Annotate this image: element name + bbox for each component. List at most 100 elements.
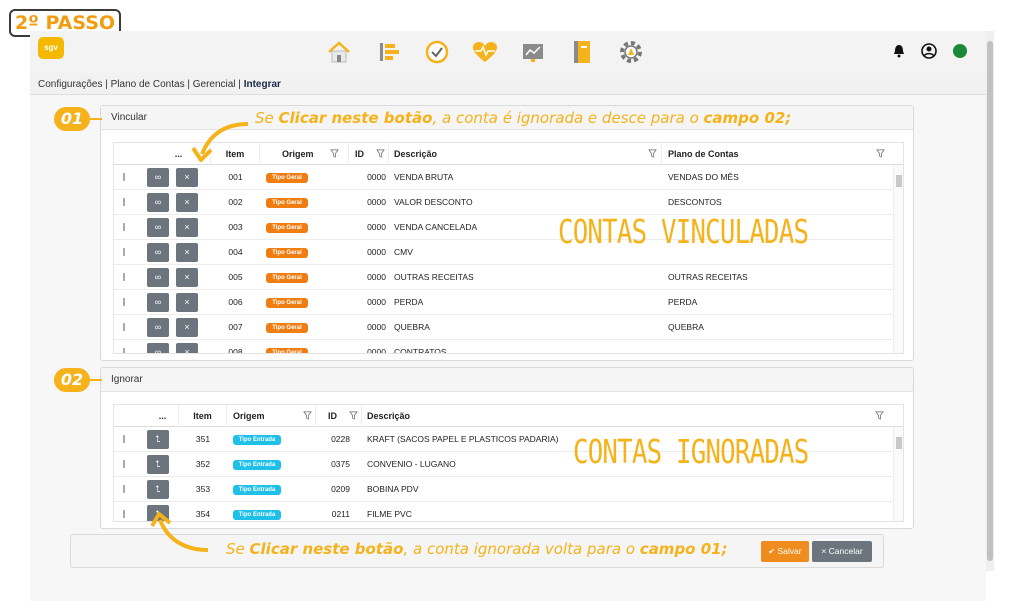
link-icon: ∞ bbox=[154, 197, 162, 207]
table-row[interactable]: ∞ × 005 Tipo Geral 0000 OUTRAS RECEITAS OUTRAS… bbox=[114, 265, 903, 290]
restore-button[interactable]: ⮤ bbox=[147, 430, 169, 449]
col-item[interactable]: Item bbox=[179, 405, 227, 427]
col-id-label: ID bbox=[355, 149, 364, 159]
restore-button[interactable]: ⮤ bbox=[147, 480, 169, 499]
vincular-scroll-thumb[interactable] bbox=[896, 175, 902, 187]
ignore-button[interactable]: × bbox=[176, 193, 198, 212]
link-button[interactable]: ∞ bbox=[147, 293, 169, 312]
cell-item: 353 bbox=[195, 484, 211, 494]
ignorar-scroll-thumb[interactable] bbox=[896, 437, 902, 449]
filter-icon[interactable] bbox=[876, 149, 885, 158]
col-origem[interactable]: Origem bbox=[227, 405, 316, 427]
drag-handle-icon[interactable] bbox=[123, 298, 125, 306]
link-button[interactable]: ∞ bbox=[147, 343, 169, 353]
list-icon[interactable] bbox=[376, 39, 402, 65]
breadcrumb-path[interactable]: Configurações | Plano de Contas | Gerenc… bbox=[38, 79, 244, 90]
col-descricao[interactable]: Descrição bbox=[362, 405, 894, 427]
cell-id: 0000 bbox=[367, 272, 386, 282]
cell-item: 352 bbox=[195, 459, 211, 469]
ignore-button[interactable]: × bbox=[176, 168, 198, 187]
page-scroll-thumb[interactable] bbox=[987, 41, 993, 561]
drag-handle-icon[interactable] bbox=[123, 460, 125, 468]
save-button[interactable]: ✔ Salvar bbox=[761, 541, 809, 562]
filter-icon[interactable] bbox=[875, 411, 884, 420]
filter-icon[interactable] bbox=[376, 149, 385, 158]
close-icon: × bbox=[184, 322, 190, 332]
link-button[interactable]: ∞ bbox=[147, 318, 169, 337]
col-origem[interactable]: Origem bbox=[260, 143, 349, 165]
filter-icon[interactable] bbox=[349, 411, 358, 420]
cancel-button[interactable]: × Cancelar bbox=[812, 541, 872, 562]
ignore-button[interactable]: × bbox=[176, 243, 198, 262]
heart-pulse-icon[interactable] bbox=[472, 39, 498, 65]
drag-handle-icon[interactable] bbox=[123, 273, 125, 281]
ignore-button[interactable]: × bbox=[176, 318, 198, 337]
drag-handle-icon[interactable] bbox=[123, 173, 125, 181]
drag-handle-icon[interactable] bbox=[123, 323, 125, 331]
cell-id: 0000 bbox=[367, 247, 386, 257]
cell-item: 004 bbox=[228, 247, 243, 257]
filter-icon[interactable] bbox=[648, 149, 657, 158]
cell-id: 0375 bbox=[331, 459, 350, 469]
step-number-01: 01 bbox=[54, 107, 90, 131]
app-logo[interactable]: sgv bbox=[38, 37, 64, 59]
col-id[interactable]: ID bbox=[349, 143, 389, 165]
origem-badge: Tipo Geral bbox=[266, 173, 308, 183]
annot-top-pre: Se bbox=[255, 109, 279, 127]
origem-badge: Tipo Entrada bbox=[233, 460, 281, 470]
link-icon: ∞ bbox=[154, 172, 162, 182]
drag-handle-icon[interactable] bbox=[123, 485, 125, 493]
table-row[interactable]: ⮤ 354 Tipo Entrada 0211 FILME PVC bbox=[114, 502, 903, 521]
annot-top-bold1: Clicar neste botão bbox=[278, 109, 433, 127]
drag-handle-icon[interactable] bbox=[123, 248, 125, 256]
step-number-02: 02 bbox=[54, 368, 90, 392]
link-button[interactable]: ∞ bbox=[147, 218, 169, 237]
arrow-to-restore-button-icon bbox=[150, 510, 209, 552]
col-descricao-label: Descrição bbox=[367, 411, 411, 421]
annotation-bottom: Se Clicar neste botão, a conta ignorada … bbox=[226, 540, 728, 558]
drag-handle-icon[interactable] bbox=[123, 510, 125, 518]
ignore-button[interactable]: × bbox=[176, 268, 198, 287]
breadcrumb-current: Integrar bbox=[243, 79, 281, 90]
check-circle-icon[interactable] bbox=[424, 39, 450, 65]
table-row[interactable]: ∞ × 007 Tipo Geral 0000 QUEBRA QUEBRA bbox=[114, 315, 903, 340]
table-row[interactable]: ⮤ 353 Tipo Entrada 0209 BOBINA PDV bbox=[114, 477, 903, 502]
drag-handle-icon[interactable] bbox=[123, 435, 125, 443]
filter-icon[interactable] bbox=[303, 411, 312, 420]
check-icon: ✔ bbox=[768, 547, 776, 556]
ignore-button[interactable]: × bbox=[176, 343, 198, 353]
link-button[interactable]: ∞ bbox=[147, 168, 169, 187]
cell-item: 005 bbox=[228, 272, 243, 282]
ignore-button[interactable]: × bbox=[176, 293, 198, 312]
ignore-button[interactable]: × bbox=[176, 218, 198, 237]
home-icon[interactable] bbox=[326, 39, 352, 65]
vincular-scrollbar[interactable] bbox=[893, 165, 903, 353]
cell-item: 002 bbox=[228, 197, 243, 207]
cell-descricao: VENDA CANCELADA bbox=[394, 222, 478, 232]
table-row[interactable]: ∞ × 008 Tipo Geral 0000 CONTRATOS bbox=[114, 340, 903, 353]
link-button[interactable]: ∞ bbox=[147, 268, 169, 287]
filter-icon[interactable] bbox=[330, 149, 339, 158]
bell-icon[interactable] bbox=[891, 43, 907, 59]
drag-handle-icon[interactable] bbox=[123, 348, 125, 353]
origem-badge: Tipo Geral bbox=[266, 273, 308, 283]
link-button[interactable]: ∞ bbox=[147, 193, 169, 212]
restore-button[interactable]: ⮤ bbox=[147, 455, 169, 474]
notebook-icon[interactable] bbox=[569, 39, 595, 65]
cell-descricao: CMV bbox=[394, 247, 413, 257]
link-button[interactable]: ∞ bbox=[147, 243, 169, 262]
drag-handle-icon[interactable] bbox=[123, 223, 125, 231]
user-icon[interactable] bbox=[921, 43, 937, 59]
drag-handle-icon[interactable] bbox=[123, 198, 125, 206]
page-scrollbar[interactable] bbox=[986, 31, 994, 571]
table-row[interactable]: ∞ × 006 Tipo Geral 0000 PERDA PERDA bbox=[114, 290, 903, 315]
gear-icon[interactable] bbox=[618, 39, 644, 65]
ignorar-scrollbar[interactable] bbox=[893, 427, 903, 521]
table-row[interactable]: ∞ × 001 Tipo Geral 0000 VENDA BRUTA VENDAS DO … bbox=[114, 165, 903, 190]
col-id[interactable]: ID bbox=[316, 405, 362, 427]
chart-icon[interactable] bbox=[520, 39, 546, 65]
col-descricao[interactable]: Descrição bbox=[389, 143, 662, 165]
cell-descricao: FILME PVC bbox=[367, 509, 412, 519]
col-plano[interactable]: Plano de Contas bbox=[662, 143, 894, 165]
arrow-to-ignore-button-icon bbox=[191, 122, 249, 162]
